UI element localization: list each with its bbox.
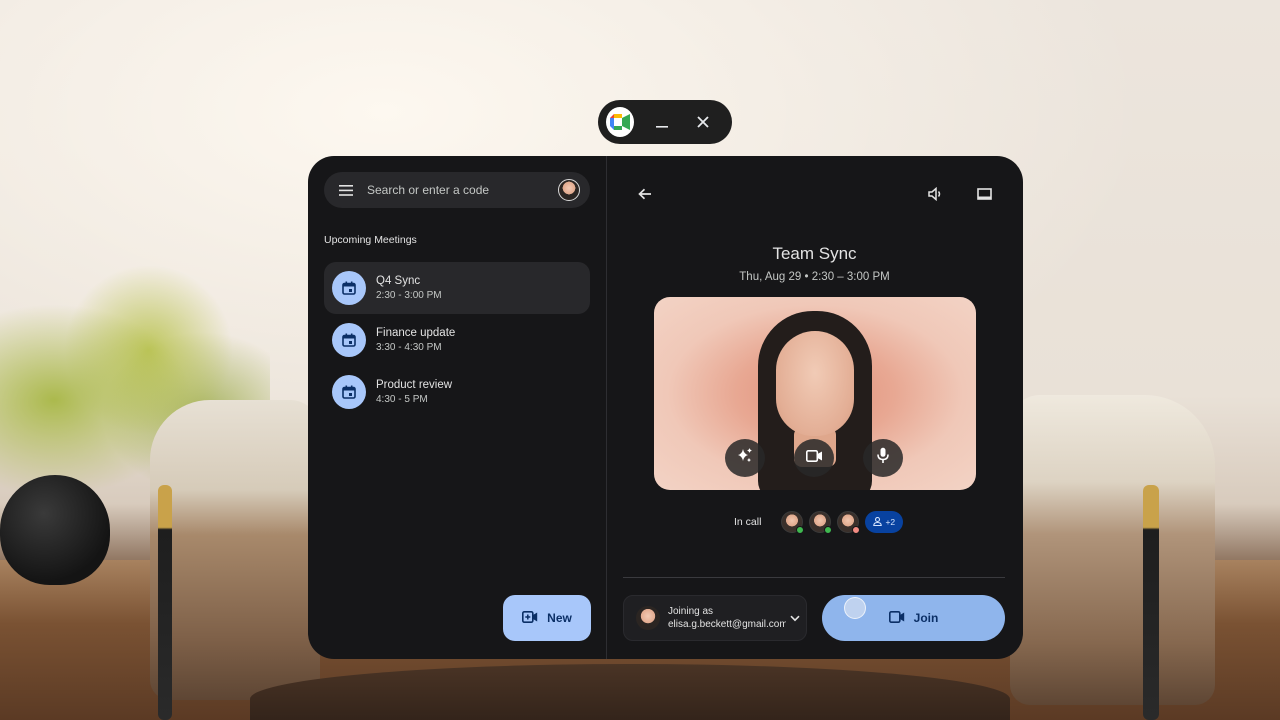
effects-sparkle-button[interactable] [725,439,765,477]
more-participants-chip[interactable]: +2 [865,511,904,533]
calendar-icon [332,375,366,409]
video-add-icon [522,610,538,626]
layout-view-icon[interactable] [973,183,995,205]
microphone-icon [877,447,889,469]
join-button-label: Join [913,611,939,625]
google-meet-logo-icon[interactable] [606,107,634,137]
in-call-label: In call [734,516,762,528]
background-chair-right [1010,395,1215,705]
camera-toggle-button[interactable] [794,439,834,477]
meeting-datetime: Thu, Aug 29 • 2:30 – 3:00 PM [739,271,890,283]
participant-avatar [809,511,833,534]
meeting-title: Team Sync [772,244,857,263]
chevron-down-icon [790,609,800,627]
hamburger-menu-icon[interactable] [338,182,354,198]
meeting-item-q4-sync[interactable]: Q4 Sync 2:30 - 3:00 PM [324,262,590,314]
meeting-time: 2:30 - 3:00 PM [376,290,442,301]
meeting-time: 3:30 - 4:30 PM [376,342,442,353]
in-call-participants: In call +2 [734,510,904,534]
sparkle-icon [736,447,754,470]
meeting-detail: Team Sync Thu, Aug 29 • 2:30 – 3:00 PM I… [607,156,1023,659]
joining-as-label: Joining as [668,606,714,617]
account-selector[interactable]: Joining as elisa.g.beckett@gmail.com [623,595,807,641]
calendar-icon [332,323,366,357]
search-input[interactable] [367,183,558,197]
meeting-item-product-review[interactable]: Product review 4:30 - 5 PM [324,366,590,418]
microphone-toggle-button[interactable] [863,439,903,477]
back-arrow-icon[interactable] [634,183,656,205]
pointer-cursor [844,597,866,619]
self-video-person-face [776,331,854,436]
meeting-name: Product review [376,379,453,391]
video-camera-icon [805,449,823,467]
more-participants-count: +2 [885,517,896,527]
camera-preview [654,297,976,490]
volume-icon[interactable] [924,183,946,205]
divider [623,577,1005,578]
minimize-icon[interactable] [642,104,683,140]
meeting-time: 4:30 - 5 PM [376,394,428,405]
participant-avatar [781,511,805,534]
meeting-name: Q4 Sync [376,275,421,287]
account-email: elisa.g.beckett@gmail.com [668,619,786,630]
account-avatar [636,606,660,630]
sidebar: Upcoming Meetings Q4 Sync 2:30 - 3:00 PM… [308,156,607,659]
video-camera-icon [888,610,905,626]
person-icon [873,516,883,528]
background-chair-left [150,400,320,700]
meet-app-panel: Upcoming Meetings Q4 Sync 2:30 - 3:00 PM… [308,156,1023,659]
close-icon[interactable] [683,104,724,140]
meeting-item-finance-update[interactable]: Finance update 3:30 - 4:30 PM [324,314,590,366]
background-plant-pot [0,475,110,585]
window-control-bar [598,100,732,144]
search-bar[interactable] [324,172,590,208]
calendar-icon [332,271,366,305]
new-button-label: New [547,611,572,625]
account-avatar[interactable] [558,179,580,201]
upcoming-meetings-heading: Upcoming Meetings [324,234,417,246]
participant-avatar [837,511,861,534]
background-chair-leg [1143,485,1159,720]
new-meeting-button[interactable]: New [503,595,591,641]
background-chair-leg [158,485,172,720]
meeting-name: Finance update [376,327,456,339]
